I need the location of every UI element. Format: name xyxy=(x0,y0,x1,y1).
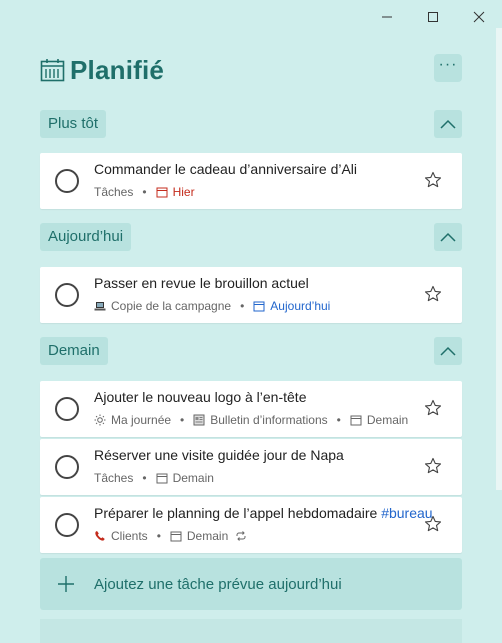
calendar-small-icon xyxy=(170,531,182,542)
task-list-name: Tâches xyxy=(94,471,134,485)
due-date: Demain xyxy=(156,471,214,485)
star-icon[interactable] xyxy=(424,285,442,303)
task-item[interactable]: Réserver une visite guidée jour de Napa … xyxy=(40,439,462,495)
separator: • xyxy=(156,529,161,543)
complete-checkbox[interactable] xyxy=(55,169,79,193)
separator: • xyxy=(180,413,185,427)
task-list-name: Tâches xyxy=(94,185,134,199)
task-item[interactable]: Passer en revue le brouillon actuel Copi… xyxy=(40,267,462,323)
chevron-up-icon xyxy=(440,232,456,242)
window-controls xyxy=(364,0,502,34)
more-icon: ··· xyxy=(438,56,458,73)
task-list-name: Clients xyxy=(111,529,148,543)
page-title: Planifié xyxy=(70,54,165,85)
task-item[interactable]: Commander le cadeau d’anniversaire d’Ali… xyxy=(40,153,462,209)
task-meta: Ma journée • Bulletin d’informations • D… xyxy=(94,413,408,427)
task-meta: Clients • Demain xyxy=(94,529,252,543)
list-header: Planifié ··· xyxy=(40,52,462,88)
complete-checkbox[interactable] xyxy=(55,283,79,307)
add-task-bar[interactable]: Ajoutez une tâche prévue aujourd’hui xyxy=(40,558,462,610)
calendar-small-icon xyxy=(350,415,362,426)
separator: • xyxy=(240,299,245,313)
star-icon[interactable] xyxy=(424,171,442,189)
due-date: Aujourd’hui xyxy=(253,299,330,313)
separator: • xyxy=(142,185,147,199)
due-date-label: Demain xyxy=(172,471,214,485)
sun-icon xyxy=(94,414,106,426)
task-meta: Copie de la campagne • Aujourd’hui xyxy=(94,299,330,313)
complete-checkbox[interactable] xyxy=(55,455,79,479)
task-title: Réserver une visite guidée jour de Napa xyxy=(94,447,344,463)
section-earlier: Plus tôt xyxy=(40,110,462,138)
due-date-label: Hier xyxy=(172,185,195,199)
close-icon xyxy=(473,11,485,23)
calendar-icon xyxy=(40,58,65,81)
star-icon[interactable] xyxy=(424,399,442,417)
section-label-today[interactable]: Aujourd’hui xyxy=(40,223,132,251)
plus-icon xyxy=(58,576,74,592)
calendar-small-icon xyxy=(253,301,265,312)
laptop-icon xyxy=(94,302,106,311)
task-title-text: Préparer le planning de l’appel hebdomad… xyxy=(94,505,382,521)
task-title: Commander le cadeau d’anniversaire d’Ali xyxy=(94,161,358,177)
task-meta: Tâches • Hier xyxy=(94,185,195,199)
chevron-up-icon xyxy=(440,119,456,129)
repeat-icon xyxy=(236,531,246,541)
due-date-label: Demain xyxy=(186,529,229,543)
due-date: Hier xyxy=(156,185,195,199)
due-date: Demain xyxy=(170,529,228,543)
collapse-today-button[interactable] xyxy=(434,223,462,251)
due-date: Demain xyxy=(350,413,408,427)
maximize-button[interactable] xyxy=(410,0,456,34)
star-icon[interactable] xyxy=(424,515,442,533)
section-tomorrow: Demain xyxy=(40,337,462,365)
my-day-label: Ma journée xyxy=(111,413,172,427)
section-label-earlier[interactable]: Plus tôt xyxy=(40,110,107,138)
newspaper-icon xyxy=(193,414,205,426)
phone-icon xyxy=(95,531,105,541)
section-today: Aujourd’hui xyxy=(40,223,462,251)
due-date-label: Aujourd’hui xyxy=(270,299,331,313)
maximize-icon xyxy=(428,12,438,22)
task-title: Préparer le planning de l’appel hebdomad… xyxy=(94,505,433,521)
task-title: Passer en revue le brouillon actuel xyxy=(94,275,309,291)
separator: • xyxy=(336,413,341,427)
more-options-button[interactable]: ··· xyxy=(434,54,462,82)
collapse-tomorrow-button[interactable] xyxy=(434,337,462,365)
minimize-button[interactable] xyxy=(364,0,410,34)
complete-checkbox[interactable] xyxy=(55,513,79,537)
separator: • xyxy=(142,471,147,485)
task-list: Clients xyxy=(94,529,148,543)
due-date-label: Demain xyxy=(366,413,409,427)
calendar-small-icon xyxy=(156,473,168,484)
bottom-toolbar xyxy=(40,619,462,643)
add-task-input[interactable]: Ajoutez une tâche prévue aujourd’hui xyxy=(94,576,342,593)
section-label-tomorrow[interactable]: Demain xyxy=(40,337,108,365)
task-item[interactable]: Ajouter le nouveau logo à l’en-tête Ma j… xyxy=(40,381,462,437)
my-day-indicator: Ma journée xyxy=(94,413,171,427)
chevron-up-icon xyxy=(440,346,456,356)
collapse-earlier-button[interactable] xyxy=(434,110,462,138)
task-item[interactable]: Préparer le planning de l’appel hebdomad… xyxy=(40,497,462,553)
task-list: Copie de la campagne xyxy=(94,299,231,313)
task-title: Ajouter le nouveau logo à l’en-tête xyxy=(94,389,307,405)
star-icon[interactable] xyxy=(424,457,442,475)
complete-checkbox[interactable] xyxy=(55,397,79,421)
scrollbar-track[interactable] xyxy=(496,28,502,490)
task-list-name: Copie de la campagne xyxy=(111,299,232,313)
calendar-small-icon xyxy=(156,187,168,198)
task-list-name: Bulletin d’informations xyxy=(210,413,328,427)
task-list: Bulletin d’informations xyxy=(193,413,328,427)
task-meta: Tâches • Demain xyxy=(94,471,214,485)
minimize-icon xyxy=(382,16,392,18)
